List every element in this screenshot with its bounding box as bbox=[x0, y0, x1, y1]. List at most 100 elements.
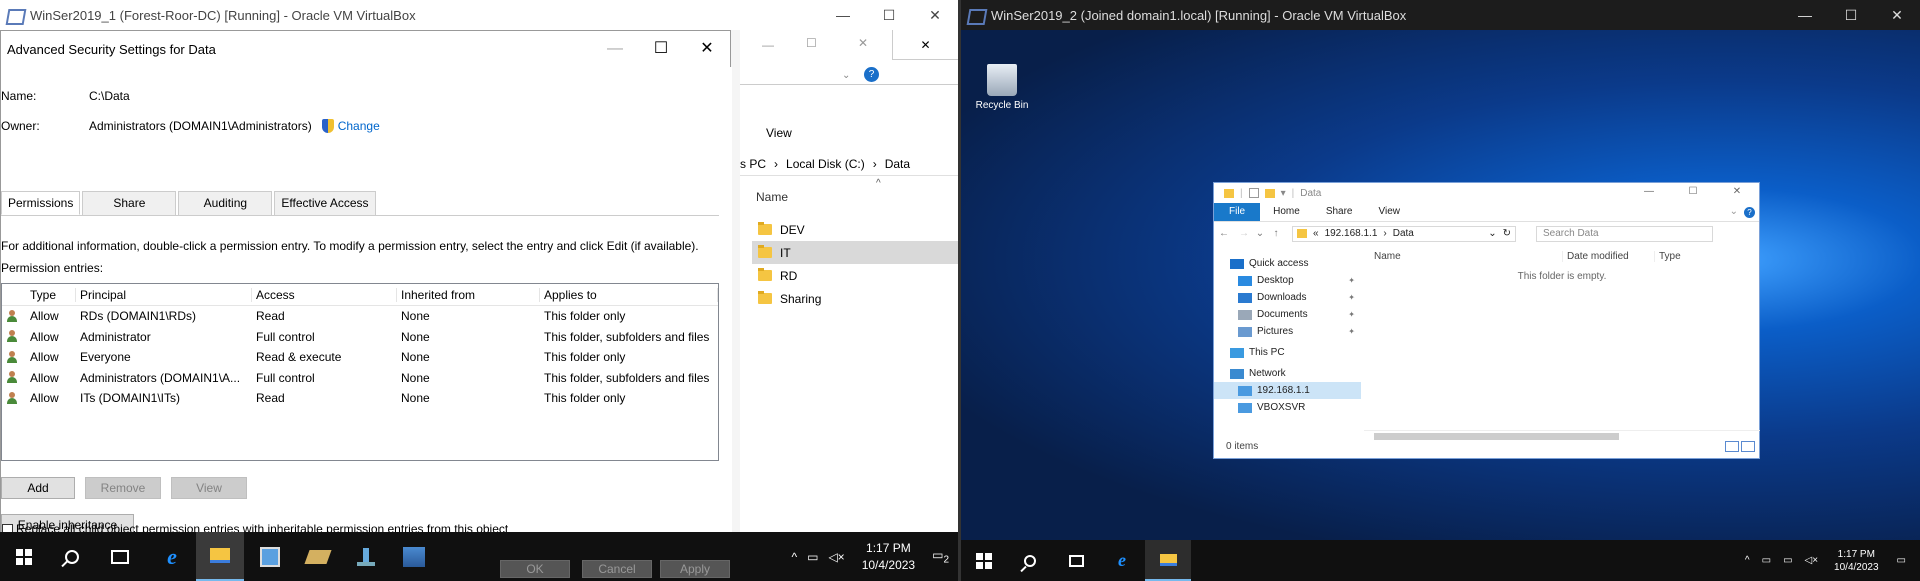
maximize-icon[interactable]: ☐ bbox=[806, 36, 817, 50]
search-input[interactable]: Search Data bbox=[1536, 225, 1713, 242]
breadcrumb-item[interactable]: Local Disk (C:) bbox=[786, 157, 865, 171]
volume-muted-icon[interactable]: ◁× bbox=[1805, 555, 1819, 566]
pin-icon[interactable]: ✦ bbox=[1348, 327, 1355, 336]
nav-item[interactable]: Documents ✦ bbox=[1214, 306, 1361, 323]
minimize-icon[interactable]: — bbox=[1782, 0, 1828, 30]
list-item[interactable]: Sharing bbox=[752, 287, 958, 310]
maximize-icon[interactable]: ☐ bbox=[638, 31, 684, 67]
tab-auditing[interactable]: Auditing bbox=[178, 191, 273, 215]
maximize-icon[interactable]: ☐ bbox=[1828, 0, 1874, 30]
search-button[interactable] bbox=[1007, 540, 1053, 581]
pin-icon[interactable]: ✦ bbox=[1348, 293, 1355, 302]
tab-effective-access[interactable]: Effective Access bbox=[274, 191, 376, 215]
table-row[interactable]: Allow RDs (DOMAIN1\RDs) Read None This folde… bbox=[2, 306, 718, 327]
column-header-name[interactable]: Name bbox=[756, 190, 788, 204]
column-header-name[interactable]: Name bbox=[1364, 251, 1562, 262]
table-row[interactable]: Allow Everyone Read & execute None This fold… bbox=[2, 347, 718, 368]
pin-icon[interactable]: ✦ bbox=[1348, 310, 1355, 319]
close-icon[interactable]: ✕ bbox=[892, 30, 958, 60]
scrollbar-thumb[interactable] bbox=[1374, 433, 1619, 440]
ribbon-tab-share[interactable]: Share bbox=[1313, 203, 1366, 221]
notifications-icon[interactable]: ▭2 bbox=[932, 548, 949, 565]
minimize-icon[interactable]: — bbox=[762, 38, 774, 52]
add-button[interactable]: Add bbox=[1, 477, 75, 499]
breadcrumb[interactable]: s PC › Local Disk (C:) › Data bbox=[740, 152, 958, 176]
recent-locations-icon[interactable]: ⌄ bbox=[1254, 228, 1266, 239]
internet-explorer-button[interactable]: e bbox=[1099, 540, 1145, 581]
breadcrumb-item[interactable]: Data bbox=[1393, 228, 1414, 239]
column-header-inherited[interactable]: Inherited from bbox=[397, 287, 540, 302]
pin-icon[interactable]: ✦ bbox=[1348, 276, 1355, 285]
clock[interactable]: 1:17 PM 10/4/2023 bbox=[862, 540, 915, 574]
table-row[interactable]: Allow Administrator Full control None This f… bbox=[2, 327, 718, 348]
horizontal-scrollbar[interactable] bbox=[1364, 430, 1760, 440]
keyboard-icon[interactable]: ▭ bbox=[1762, 555, 1771, 566]
permission-entries-table[interactable]: Type Principal Access Inherited from App… bbox=[1, 283, 719, 461]
remove-button[interactable]: Remove bbox=[85, 477, 161, 499]
close-icon[interactable]: ✕ bbox=[684, 31, 730, 67]
tab-share[interactable]: Share bbox=[82, 191, 177, 215]
maximize-icon[interactable]: ☐ bbox=[1671, 183, 1715, 201]
column-header-applies[interactable]: Applies to bbox=[540, 287, 718, 302]
column-header-date-modified[interactable]: Date modified bbox=[1562, 250, 1654, 262]
list-item[interactable]: IT bbox=[752, 241, 958, 264]
minimize-icon[interactable]: — bbox=[820, 0, 866, 30]
notifications-icon[interactable]: ▭ bbox=[1897, 555, 1906, 566]
tab-permissions[interactable]: Permissions bbox=[1, 191, 81, 215]
volume-muted-icon[interactable]: ◁× bbox=[828, 550, 844, 564]
chevron-up-icon[interactable]: ^ bbox=[791, 550, 797, 564]
close-icon[interactable]: ✕ bbox=[1715, 183, 1759, 201]
table-row[interactable]: Allow ITs (DOMAIN1\ITs) Read None This folde… bbox=[2, 388, 718, 409]
help-icon[interactable]: ? bbox=[1744, 206, 1755, 218]
chevron-down-icon[interactable]: ⌄ bbox=[842, 70, 850, 81]
nav-item[interactable]: This PC bbox=[1214, 344, 1361, 361]
chevron-up-icon[interactable]: ^ bbox=[1745, 555, 1750, 566]
nav-item[interactable]: Quick access bbox=[1214, 255, 1361, 272]
new-folder-icon[interactable] bbox=[1264, 188, 1275, 198]
properties-icon[interactable] bbox=[1248, 188, 1259, 198]
change-owner-link[interactable]: Change bbox=[338, 119, 380, 133]
minimize-icon[interactable]: — bbox=[1627, 183, 1671, 201]
task-view-button[interactable] bbox=[1053, 540, 1099, 581]
clock[interactable]: 1:17 PM 10/4/2023 bbox=[1834, 548, 1879, 574]
nav-item[interactable]: Desktop ✦ bbox=[1214, 272, 1361, 289]
recycle-bin-shortcut[interactable]: Recycle Bin bbox=[967, 64, 1037, 111]
ribbon-tab-file[interactable]: File bbox=[1214, 203, 1261, 221]
admin-tools-button[interactable] bbox=[390, 532, 438, 581]
nav-item[interactable]: Network bbox=[1214, 365, 1361, 382]
cancel-button[interactable]: Cancel bbox=[582, 560, 652, 578]
back-icon[interactable]: ← bbox=[1214, 228, 1234, 239]
up-icon[interactable]: ↑ bbox=[1266, 228, 1286, 239]
explorer-titlebar[interactable]: | ▾ | Data — ☐ ✕ bbox=[1214, 183, 1759, 203]
breadcrumb-item[interactable]: s PC bbox=[740, 157, 766, 171]
close-icon[interactable]: ✕ bbox=[912, 0, 958, 30]
apply-button[interactable]: Apply bbox=[660, 560, 730, 578]
chevron-down-icon[interactable]: ⌄ bbox=[1488, 228, 1496, 239]
ribbon-tab-view[interactable]: View bbox=[1366, 203, 1414, 221]
ribbon-tab-home[interactable]: Home bbox=[1260, 203, 1313, 221]
internet-explorer-button[interactable]: e bbox=[148, 532, 196, 581]
network-icon[interactable]: ▭ bbox=[807, 550, 818, 564]
network-app-button[interactable] bbox=[342, 532, 390, 581]
search-button[interactable] bbox=[48, 532, 96, 581]
ribbon-tab-view[interactable]: View bbox=[766, 126, 792, 140]
customize-qat-icon[interactable]: ▾ bbox=[1281, 188, 1286, 199]
close-icon[interactable]: ✕ bbox=[858, 36, 868, 50]
column-header-type[interactable]: Type bbox=[1654, 250, 1681, 262]
nav-item[interactable]: 192.168.1.1 bbox=[1214, 382, 1361, 399]
column-header-principal[interactable]: Principal bbox=[76, 287, 252, 302]
file-explorer-button[interactable] bbox=[1145, 540, 1191, 581]
nav-item[interactable]: Pictures ✦ bbox=[1214, 323, 1361, 340]
vm2-titlebar[interactable]: WinSer2019_2 (Joined domain1.local) [Run… bbox=[961, 0, 1920, 30]
table-row[interactable]: Allow Administrators (DOMAIN1\A... Full co… bbox=[2, 368, 718, 389]
column-header-type[interactable]: Type bbox=[26, 287, 76, 302]
app-button[interactable] bbox=[294, 532, 342, 581]
list-item[interactable]: RD bbox=[752, 264, 958, 287]
refresh-icon[interactable]: ↻ bbox=[1503, 228, 1511, 239]
large-icons-view-icon[interactable] bbox=[1741, 441, 1755, 452]
network-icon[interactable]: ▭ bbox=[1783, 555, 1792, 566]
breadcrumb-item[interactable]: 192.168.1.1 bbox=[1325, 228, 1378, 239]
address-bar[interactable]: « 192.168.1.1 › Data ⌄ ↻ bbox=[1292, 225, 1516, 242]
start-button[interactable] bbox=[0, 532, 48, 581]
task-view-button[interactable] bbox=[96, 532, 144, 581]
